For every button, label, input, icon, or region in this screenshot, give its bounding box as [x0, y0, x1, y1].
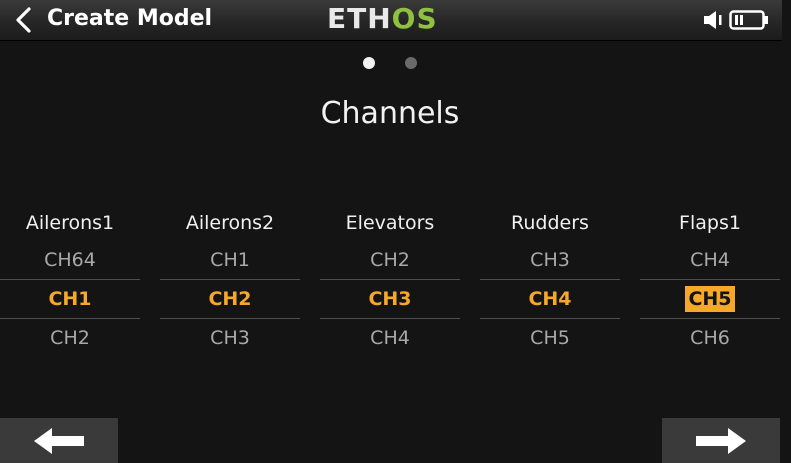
page-indicator — [0, 56, 782, 70]
logo-text-part2: OS — [391, 2, 438, 35]
arrow-left-icon — [34, 427, 84, 454]
channel-option-next[interactable]: CH2 — [0, 319, 140, 357]
page-dot-2[interactable] — [405, 57, 417, 69]
next-page-button[interactable] — [662, 418, 780, 463]
channel-option-next[interactable]: CH5 — [480, 319, 620, 357]
channel-option-prev[interactable]: CH1 — [160, 241, 300, 279]
speaker-icon[interactable] — [702, 9, 726, 31]
channel-option-selected[interactable]: CH2 — [160, 279, 300, 319]
page-title: Create Model — [47, 6, 213, 31]
previous-page-button[interactable] — [0, 418, 118, 463]
channel-option-selected[interactable]: CH5 — [640, 279, 780, 319]
channel-picker-elevators: Elevators CH2 CH3 CH4 — [320, 205, 460, 357]
channel-picker-ailerons2: Ailerons2 CH1 CH2 CH3 — [160, 205, 300, 357]
arrow-right-icon — [696, 427, 746, 454]
channel-label: Elevators — [345, 212, 435, 234]
channel-label: Rudders — [511, 212, 589, 234]
channel-label: Ailerons1 — [25, 212, 115, 234]
channel-picker-flaps1: Flaps1 CH4 CH5 CH6 — [640, 205, 780, 357]
channel-option-prev[interactable]: CH64 — [0, 241, 140, 279]
channel-selected-value[interactable]: CH4 — [525, 286, 574, 312]
section-heading: Channels — [320, 96, 460, 131]
battery-icon — [729, 10, 768, 30]
channel-option-selected[interactable]: CH4 — [480, 279, 620, 319]
channel-option-next[interactable]: CH4 — [320, 319, 460, 357]
channel-selected-value[interactable]: CH2 — [205, 286, 254, 312]
channel-option-prev[interactable]: CH3 — [480, 241, 620, 279]
back-button[interactable] — [10, 6, 36, 34]
channel-selected-value-focused[interactable]: CH5 — [685, 286, 735, 312]
header-bar: Create Model ETHOS — [0, 0, 782, 41]
channel-label: Ailerons2 — [185, 212, 275, 234]
channel-option-prev[interactable]: CH4 — [640, 241, 780, 279]
channel-option-next[interactable]: CH3 — [160, 319, 300, 357]
channel-option-prev[interactable]: CH2 — [320, 241, 460, 279]
channel-picker-rudders: Rudders CH3 CH4 CH5 — [480, 205, 620, 357]
logo-text-part1: ETH — [327, 2, 392, 35]
channel-option-selected[interactable]: CH1 — [0, 279, 140, 319]
channel-selected-value[interactable]: CH3 — [365, 286, 414, 312]
channel-selected-value[interactable]: CH1 — [45, 286, 94, 312]
chevron-left-icon — [16, 7, 31, 33]
channel-option-next[interactable]: CH6 — [640, 319, 780, 357]
ethos-logo: ETHOS — [327, 2, 438, 36]
page-dot-1[interactable] — [363, 57, 375, 69]
channel-option-selected[interactable]: CH3 — [320, 279, 460, 319]
channel-label: Flaps1 — [679, 212, 741, 234]
channel-picker-ailerons1: Ailerons1 CH64 CH1 CH2 — [0, 205, 140, 357]
